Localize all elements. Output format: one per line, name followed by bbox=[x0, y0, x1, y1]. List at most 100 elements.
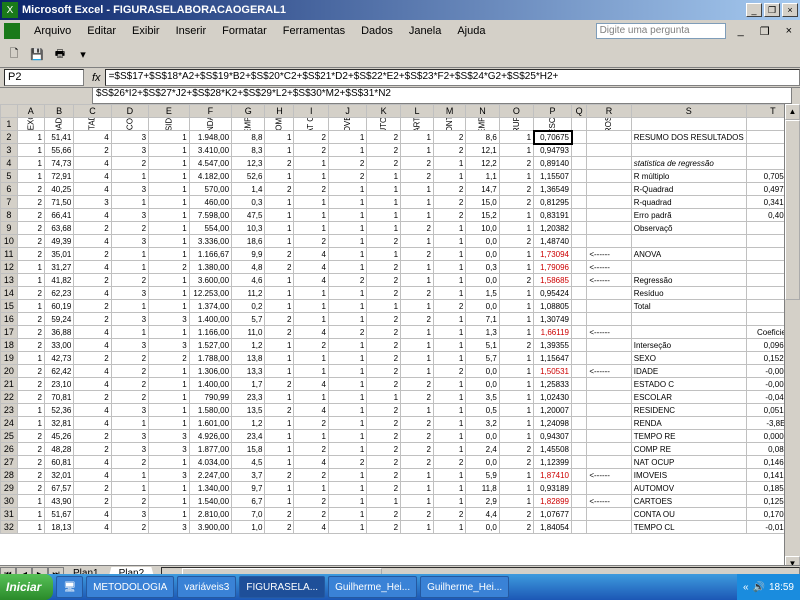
cell-4-r[interactable]: statistica de regressão bbox=[631, 157, 746, 170]
cell-32-7[interactable]: 2 bbox=[265, 521, 294, 534]
col-header-M[interactable]: M bbox=[433, 105, 465, 118]
cell-25-4[interactable]: 3 bbox=[149, 430, 190, 443]
cell-22-1[interactable]: 70,81 bbox=[44, 391, 73, 404]
cell-25-10[interactable]: 2 bbox=[367, 430, 401, 443]
cell-25-13[interactable]: 0,0 bbox=[466, 430, 499, 443]
cell-4-9[interactable]: 2 bbox=[328, 157, 366, 170]
cell-24-9[interactable]: 1 bbox=[328, 417, 366, 430]
cell-12-1[interactable]: 31,27 bbox=[44, 261, 73, 274]
cell-5-10[interactable]: 1 bbox=[367, 170, 401, 183]
cell-18-r[interactable]: Interseção bbox=[631, 339, 746, 352]
cell-8-arr[interactable] bbox=[587, 209, 631, 222]
cell-9-0[interactable]: 2 bbox=[17, 222, 44, 235]
cell-header-14[interactable]: GRUPO bbox=[499, 118, 533, 131]
cell-27-e[interactable] bbox=[572, 456, 587, 469]
cell-27-arr[interactable] bbox=[587, 456, 631, 469]
col-header-A[interactable]: A bbox=[17, 105, 44, 118]
cell-14-z[interactable]: 0,95424 bbox=[534, 287, 572, 300]
cell-12-3[interactable]: 1 bbox=[111, 261, 148, 274]
cell-21-e[interactable] bbox=[572, 378, 587, 391]
cell-11-11[interactable]: 2 bbox=[401, 248, 434, 261]
cell-20-8[interactable]: 1 bbox=[294, 365, 328, 378]
cell-19-9[interactable]: 1 bbox=[328, 352, 366, 365]
col-header-G[interactable]: G bbox=[232, 105, 265, 118]
cell-9-arr[interactable] bbox=[587, 222, 631, 235]
cell-22-6[interactable]: 23,3 bbox=[232, 391, 265, 404]
cell-21-12[interactable]: 1 bbox=[433, 378, 465, 391]
cell-29-arr[interactable] bbox=[587, 482, 631, 495]
cell-22-9[interactable]: 1 bbox=[328, 391, 366, 404]
cell-23-z[interactable]: 1,20007 bbox=[534, 404, 572, 417]
cell-31-e[interactable] bbox=[572, 508, 587, 521]
cell-25-14[interactable]: 1 bbox=[499, 430, 533, 443]
cell-18-5[interactable]: 1.527,00 bbox=[189, 339, 231, 352]
cell-header-3[interactable]: ESCOLA bbox=[111, 118, 148, 131]
cell-32-8[interactable]: 4 bbox=[294, 521, 328, 534]
cell-9-14[interactable]: 1 bbox=[499, 222, 533, 235]
cell-22-10[interactable]: 1 bbox=[367, 391, 401, 404]
cell-7-z[interactable]: 0,81295 bbox=[534, 196, 572, 209]
taskbar-item-guilherme1[interactable]: Guilherme_Hei... bbox=[328, 576, 417, 598]
col-header-P[interactable]: P bbox=[534, 105, 572, 118]
cell-5-3[interactable]: 1 bbox=[111, 170, 148, 183]
cell-8-7[interactable]: 1 bbox=[265, 209, 294, 222]
cell-10-e[interactable] bbox=[572, 235, 587, 248]
cell-26-10[interactable]: 2 bbox=[367, 443, 401, 456]
cell-30-6[interactable]: 6,7 bbox=[232, 495, 265, 508]
col-header-F[interactable]: F bbox=[189, 105, 231, 118]
cell-17-11[interactable]: 1 bbox=[401, 326, 434, 339]
col-header-J[interactable]: J bbox=[328, 105, 366, 118]
cell-header-9[interactable]: IMOVEIS bbox=[328, 118, 366, 131]
col-header-D[interactable]: D bbox=[111, 105, 148, 118]
cell-15-4[interactable]: 1 bbox=[149, 300, 190, 313]
cell-28-r[interactable]: IMOVEIS bbox=[631, 469, 746, 482]
cell-5-9[interactable]: 2 bbox=[328, 170, 366, 183]
cell-13-8[interactable]: 4 bbox=[294, 274, 328, 287]
cell-22-e[interactable] bbox=[572, 391, 587, 404]
cell-19-5[interactable]: 1.788,00 bbox=[189, 352, 231, 365]
cell-26-6[interactable]: 15,8 bbox=[232, 443, 265, 456]
cell-12-8[interactable]: 4 bbox=[294, 261, 328, 274]
cell-3-5[interactable]: 3.410,00 bbox=[189, 144, 231, 157]
cell-7-10[interactable]: 1 bbox=[367, 196, 401, 209]
cell-10-r[interactable] bbox=[631, 235, 746, 248]
row-header-31[interactable]: 31 bbox=[1, 508, 18, 521]
vertical-scrollbar[interactable]: ▲ ▼ bbox=[784, 104, 800, 572]
cell-24-0[interactable]: 1 bbox=[17, 417, 44, 430]
menu-dados[interactable]: Dados bbox=[353, 22, 401, 40]
cell-13-r[interactable]: Regressão bbox=[631, 274, 746, 287]
cell-28-12[interactable]: 1 bbox=[433, 469, 465, 482]
cell-9-8[interactable]: 1 bbox=[294, 222, 328, 235]
row-header-7[interactable]: 7 bbox=[1, 196, 18, 209]
cell-12-7[interactable]: 2 bbox=[265, 261, 294, 274]
cell-30-4[interactable]: 1 bbox=[149, 495, 190, 508]
cell-8-11[interactable]: 1 bbox=[401, 209, 434, 222]
cell-21-9[interactable]: 1 bbox=[328, 378, 366, 391]
cell-25-12[interactable]: 1 bbox=[433, 430, 465, 443]
cell-17-0[interactable]: 2 bbox=[17, 326, 44, 339]
cell-22-12[interactable]: 1 bbox=[433, 391, 465, 404]
cell-3-14[interactable]: 1 bbox=[499, 144, 533, 157]
cell-20-10[interactable]: 2 bbox=[367, 365, 401, 378]
cell-31-12[interactable]: 2 bbox=[433, 508, 465, 521]
cell-3-2[interactable]: 2 bbox=[74, 144, 111, 157]
cell-26-0[interactable]: 2 bbox=[17, 443, 44, 456]
cell-17-13[interactable]: 1,3 bbox=[466, 326, 499, 339]
cell-2-14[interactable]: 1 bbox=[499, 131, 533, 144]
cell-15-7[interactable]: 1 bbox=[265, 300, 294, 313]
cell-11-14[interactable]: 1 bbox=[499, 248, 533, 261]
cell-31-2[interactable]: 4 bbox=[74, 508, 111, 521]
cell-16-9[interactable]: 1 bbox=[328, 313, 366, 326]
cell-7-9[interactable]: 1 bbox=[328, 196, 366, 209]
cell-9-10[interactable]: 1 bbox=[367, 222, 401, 235]
cell-22-r[interactable]: ESCOLAR bbox=[631, 391, 746, 404]
cell-7-r[interactable]: R-quadrad bbox=[631, 196, 746, 209]
cell-7-arr[interactable] bbox=[587, 196, 631, 209]
cell-header-1[interactable]: IDADE bbox=[44, 118, 73, 131]
cell-18-1[interactable]: 33,00 bbox=[44, 339, 73, 352]
cell-19-3[interactable]: 2 bbox=[111, 352, 148, 365]
cell-10-13[interactable]: 0,0 bbox=[466, 235, 499, 248]
cell-18-2[interactable]: 4 bbox=[74, 339, 111, 352]
cell-15-e[interactable] bbox=[572, 300, 587, 313]
cell-7-0[interactable]: 2 bbox=[17, 196, 44, 209]
